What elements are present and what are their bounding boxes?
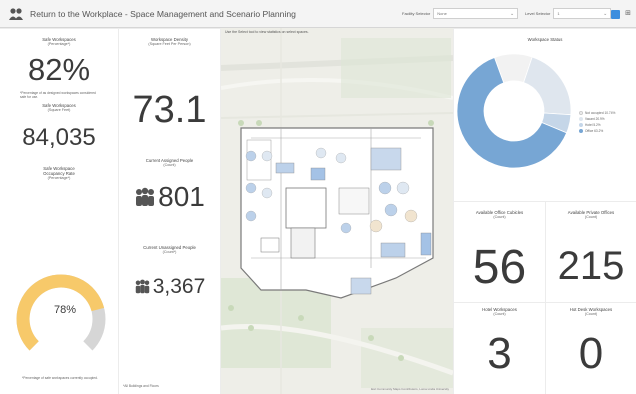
- chevron-down-icon: ⌄: [603, 10, 608, 17]
- legend-item: Hotel 5.2%: [579, 123, 615, 127]
- occupancy-value: 78%: [53, 304, 77, 316]
- legend-swatch: [579, 111, 583, 115]
- legend-label: Vacant 20.9%: [585, 117, 605, 121]
- safe-sqft-value: 84,035: [22, 124, 96, 151]
- map-attribution: Esri Community Maps Contributors, Loma L…: [371, 387, 449, 391]
- assigned-value: 801: [158, 181, 205, 212]
- cubicles-value: 56: [472, 240, 527, 294]
- private-value: 215: [557, 243, 625, 288]
- private-offices-panel: Available Private Offices (Count) 215: [546, 202, 636, 302]
- safe-sqft-unit: (Square Feet): [47, 107, 71, 112]
- density-unit: (Square Feet Per Person): [148, 42, 191, 46]
- legend-label: Hotel 5.2%: [585, 123, 601, 127]
- people-group-icon: [136, 187, 155, 206]
- apply-filter-button[interactable]: [611, 10, 620, 19]
- legend-swatch: [579, 123, 583, 127]
- assigned-people-count: 801: [134, 181, 205, 213]
- facility-dropdown-value: None: [437, 11, 447, 16]
- cubicles-panel: Available Office Cubicles (Count) 56: [454, 202, 545, 302]
- level-dropdown-value: 1: [557, 11, 560, 16]
- level-dropdown[interactable]: 1 ⌄: [553, 8, 612, 19]
- level-selector-label: Level Selector: [525, 11, 551, 16]
- donut-slices: [456, 53, 572, 169]
- facility-dropdown[interactable]: None ⌄: [433, 8, 519, 19]
- hotel-panel: Hotel Workspaces (Count) 3: [454, 303, 545, 394]
- floor-plan-map[interactable]: Use the Select tool to view statistics o…: [221, 28, 453, 394]
- legend-item: Not occupied 10.74%: [579, 111, 615, 115]
- unassigned-value: 3,367: [152, 274, 206, 298]
- hotel-unit: (Count): [493, 312, 506, 316]
- legend-item: Vacant 20.9%: [579, 117, 615, 121]
- facility-selector: Facility Selector None ⌄: [402, 8, 519, 19]
- grid-icon[interactable]: ⊞: [623, 9, 633, 19]
- app-title: Return to the Workplace - Space Manageme…: [30, 8, 296, 19]
- unassigned-unit: (Count*): [162, 250, 177, 254]
- status-legend: Not occupied 10.74% Vacant 20.9% Hotel 5…: [579, 111, 615, 135]
- occupancy-gauge: [16, 274, 106, 351]
- people-logo-icon: [9, 7, 23, 20]
- safe-pct-value: 82%: [27, 51, 91, 87]
- workspace-status-panel: Workspace Status Not occupied 10.74% Vac…: [454, 29, 636, 201]
- chevron-down-icon: ⌄: [510, 10, 515, 17]
- legend-label: Office 63.2%: [585, 129, 604, 133]
- safe-workspaces-panel: Safe Workspaces (Percentage*) 82% *Perce…: [0, 29, 118, 394]
- legend-item: Office 63.2%: [579, 129, 615, 133]
- unassigned-people-count: 3,367: [134, 274, 206, 299]
- safe-pct-unit: (Percentage*): [47, 42, 71, 46]
- density-value: 73.1: [132, 88, 207, 131]
- legend-swatch: [579, 117, 583, 121]
- density-panel: Workspace Density (Square Feet Per Perso…: [119, 29, 220, 394]
- legend-label: Not occupied 10.74%: [585, 111, 616, 115]
- hotel-value: 3: [487, 328, 512, 378]
- hotdesk-value: 0: [578, 328, 604, 378]
- legend-swatch: [579, 129, 583, 133]
- safe-pct-note: *Percentage of as designed workspaces co…: [20, 90, 96, 99]
- occupancy-note: *Percentage of safe workspaces currently…: [22, 376, 98, 380]
- density-footer: *All Buildings and Floors: [123, 384, 159, 388]
- level-selector: Level Selector 1 ⌄: [525, 8, 612, 19]
- floor-plan-drawing: [221, 28, 453, 394]
- facility-selector-label: Facility Selector: [402, 11, 431, 16]
- cubicles-unit: (Count): [493, 215, 506, 219]
- people-group-icon: [135, 279, 149, 294]
- donut-slice[interactable]: [523, 56, 572, 116]
- hotdesk-panel: Hot Desk Workspaces (Count) 0: [546, 303, 636, 394]
- assigned-unit: (Count): [163, 162, 176, 167]
- workspace-status-title: Workspace Status: [527, 37, 563, 42]
- workspace-status-chart: [456, 53, 572, 169]
- map-hint: Use the Select tool to view statistics o…: [225, 30, 309, 34]
- occupancy-unit: (Percentage*): [47, 176, 71, 180]
- private-unit: (Count): [584, 215, 598, 219]
- hotdesk-unit: (Count): [584, 312, 598, 316]
